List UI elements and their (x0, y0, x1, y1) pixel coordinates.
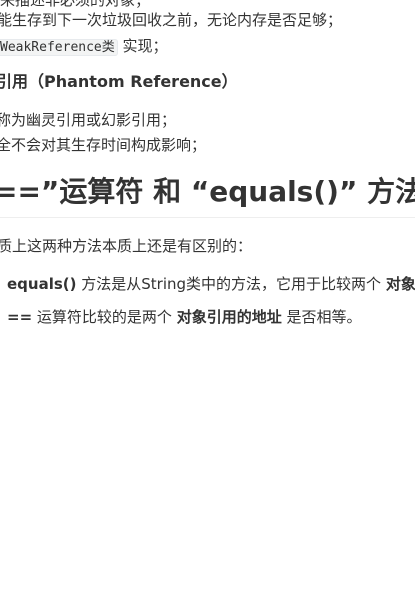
list-item: == 运算符比较的是两个 对象引用的地址 是否相等。 (7, 307, 361, 327)
text: 实现； (117, 37, 168, 55)
bold-text: equals() (7, 275, 77, 293)
text: 是否相等。 (281, 308, 362, 326)
bold-text: 对象 (385, 275, 415, 293)
bold-text: == (7, 308, 33, 326)
list-item: equals() 方法是从String类中的方法，它用于比较两个 对象 (7, 274, 415, 294)
text-line: 全不会对其生存时间构成影响； (0, 136, 207, 154)
section-heading: ==”运算符 和 “equals()” 方法 (0, 175, 415, 208)
text-line: 来描述非必须的对象； (0, 0, 151, 9)
subheading: 引用（Phantom Reference） (0, 72, 238, 91)
text-line: 称为幽灵引用或幻影引用； (0, 111, 177, 129)
divider (0, 217, 415, 218)
text-line: 能生存到下一次垃圾回收之前，无论内存是否足够； (0, 11, 343, 29)
intro-text: 质上这两种方法本质上还是有区别的： (0, 237, 253, 255)
text-line: WeakReference类 实现； (0, 36, 168, 58)
inline-code: WeakReference类 (0, 39, 118, 56)
text: 运算符比较的是两个 (32, 308, 177, 326)
text: 方法是从String类中的方法，它用于比较两个 (76, 275, 386, 293)
bold-text: 对象引用的地址 (176, 308, 282, 326)
